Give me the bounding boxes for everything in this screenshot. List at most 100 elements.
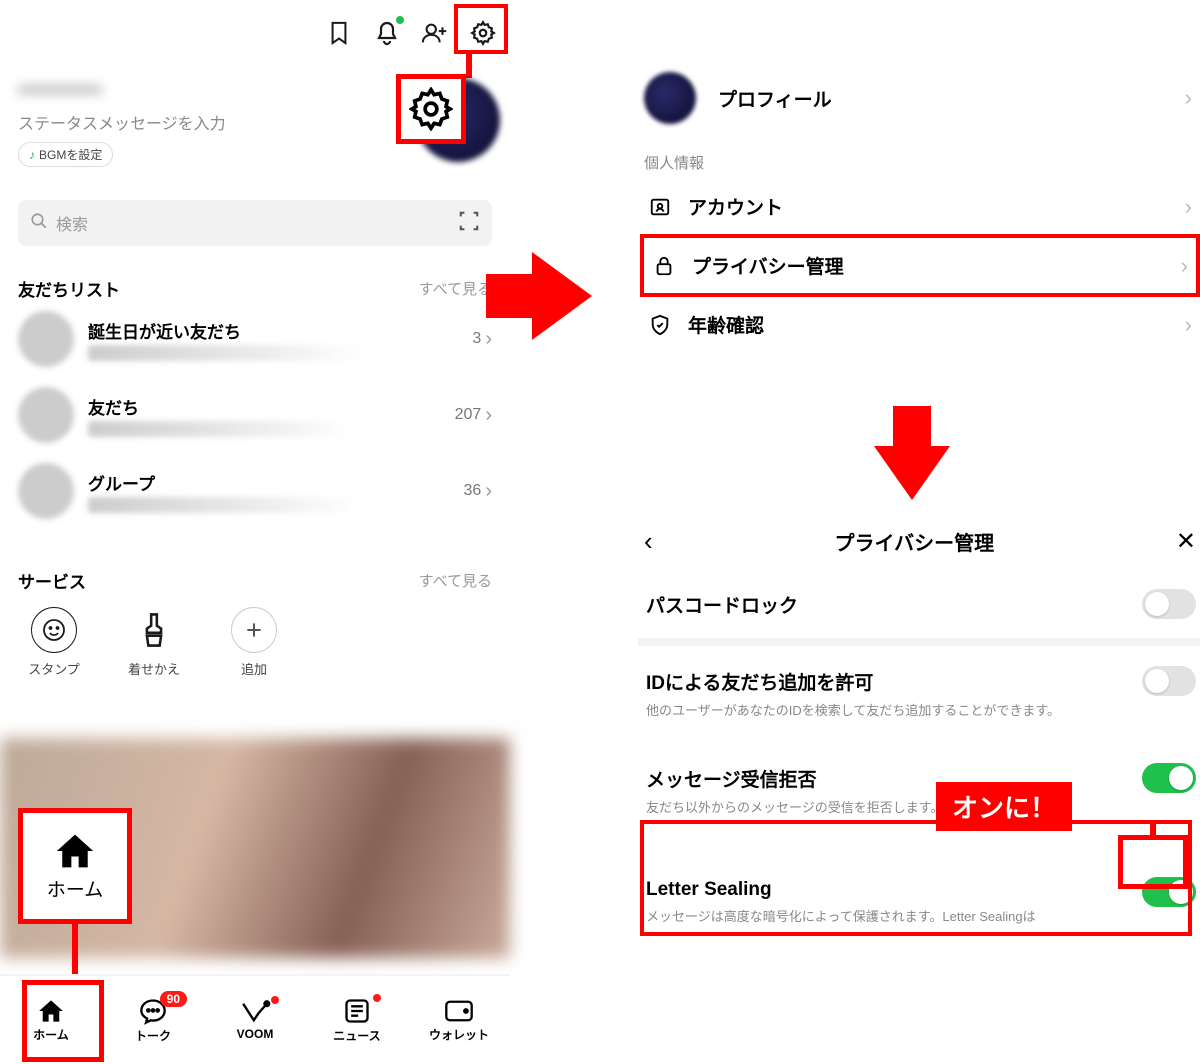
brush-icon	[131, 607, 177, 653]
item-subtitle-blurred	[88, 421, 381, 437]
tab-wallet[interactable]: ウォレット	[417, 998, 501, 1043]
toggle-switch[interactable]	[1142, 877, 1196, 907]
annotation-gear-zoom	[396, 74, 466, 144]
row-description: メッセージは高度な暗号化によって保護されます。Letter Sealingは	[646, 907, 1066, 927]
avatar	[18, 463, 74, 519]
back-button[interactable]: ‹	[644, 526, 653, 557]
smiley-icon	[31, 607, 77, 653]
qr-scan-icon[interactable]	[458, 210, 480, 237]
list-item[interactable]: 友だち 207 ›	[0, 377, 510, 453]
id-allow-row[interactable]: IDによる友だち追加を許可 他のユーザーがあなたのIDを検索して友だち追加するこ…	[640, 652, 1200, 735]
tab-label: VOOM	[237, 1027, 274, 1041]
tab-label: ホーム	[33, 1026, 69, 1043]
row-title: メッセージ受信拒否	[646, 765, 1194, 792]
services-see-all[interactable]: すべて見る	[419, 570, 492, 591]
section-label-personal: 個人情報	[640, 138, 1200, 179]
settings-profile-row[interactable]: プロフィール ›	[640, 58, 1200, 138]
chevron-right-icon: ›	[1185, 194, 1192, 220]
annotation-connector	[72, 924, 78, 974]
row-title: IDによる友だち追加を許可	[646, 668, 1194, 695]
passcode-lock-row[interactable]: パスコードロック	[640, 575, 1200, 632]
screen-title: プライバシー管理	[834, 527, 994, 556]
bgm-label: BGMを設定	[39, 146, 102, 163]
service-add[interactable]: 追加	[224, 607, 284, 678]
row-title: パスコードロック	[646, 591, 1194, 618]
tab-home[interactable]: ホーム	[9, 998, 93, 1043]
item-subtitle-blurred	[88, 497, 388, 513]
search-input[interactable]: 検索	[18, 200, 492, 246]
item-count: 3	[472, 330, 481, 348]
tab-voom[interactable]: VOOM	[213, 999, 297, 1041]
list-item[interactable]: グループ 36 ›	[0, 453, 510, 529]
item-title: 友だち	[88, 394, 455, 419]
row-label: プロフィール	[718, 85, 1185, 112]
annotation-arrow-right	[532, 252, 592, 340]
settings-privacy-row[interactable]: プライバシー管理 ›	[640, 234, 1200, 297]
toggle-switch[interactable]	[1142, 666, 1196, 696]
service-label: スタンプ	[28, 659, 80, 678]
bookmark-icon[interactable]	[324, 18, 354, 48]
plus-icon	[231, 607, 277, 653]
shield-icon	[644, 314, 676, 336]
service-label: 追加	[241, 659, 267, 678]
close-icon[interactable]: ✕	[1176, 527, 1196, 556]
music-note-icon: ♪	[29, 148, 35, 162]
row-label: アカウント	[688, 193, 1185, 220]
privacy-management-screen: ‹ プライバシー管理 ✕ パスコードロック IDによる友だち追加を許可 他のユー…	[640, 520, 1200, 941]
item-count: 36	[464, 482, 482, 500]
settings-age-row[interactable]: 年齢確認 ›	[640, 297, 1200, 352]
chevron-right-icon: ›	[485, 480, 492, 503]
row-title: Letter Sealing	[646, 879, 1194, 901]
account-icon	[644, 196, 676, 218]
service-label: 着せかえ	[128, 659, 180, 678]
friends-see-all[interactable]: すべて見る	[419, 278, 492, 299]
avatar	[644, 72, 696, 124]
row-description: 他のユーザーがあなたのIDを検索して友だち追加することができます。	[646, 701, 1066, 721]
tab-label: トーク	[135, 1027, 171, 1044]
notification-dot-icon	[271, 996, 279, 1004]
row-label: プライバシー管理	[692, 252, 1181, 279]
annotation-home-zoom: ホーム	[18, 808, 132, 924]
chevron-right-icon: ›	[485, 404, 492, 427]
talk-badge: 90	[160, 991, 187, 1007]
notification-dot-icon	[373, 994, 381, 1002]
toggle-switch[interactable]	[1142, 589, 1196, 619]
bgm-setting-chip[interactable]: ♪ BGMを設定	[18, 142, 113, 167]
settings-account-row[interactable]: アカウント ›	[640, 179, 1200, 234]
chevron-right-icon: ›	[1181, 253, 1188, 279]
item-subtitle-blurred	[88, 345, 396, 361]
tab-news[interactable]: ニュース	[315, 997, 399, 1044]
services-section: サービス すべて見る スタンプ 着せかえ 追加	[0, 568, 510, 678]
add-friend-icon[interactable]	[420, 18, 450, 48]
list-item[interactable]: 誕生日が近い友だち 3 ›	[0, 301, 510, 377]
avatar	[18, 311, 74, 367]
tab-label: ニュース	[333, 1027, 380, 1044]
search-placeholder: 検索	[56, 211, 88, 235]
annotation-connector	[1150, 824, 1156, 838]
toggle-switch[interactable]	[1142, 763, 1196, 793]
bell-icon[interactable]	[372, 18, 402, 48]
letter-sealing-row[interactable]: Letter Sealing メッセージは高度な暗号化によって保護されます。Le…	[640, 863, 1200, 941]
tab-talk[interactable]: 90 トーク	[111, 997, 195, 1044]
annotation-on-label: オンに！	[936, 782, 1072, 831]
chevron-right-icon: ›	[485, 328, 492, 351]
friends-heading: 友だちリスト	[18, 276, 120, 301]
service-stamps[interactable]: スタンプ	[24, 607, 84, 678]
home-screen: ——— ステータスメッセージを入力 ♪ BGMを設定 検索 友だちリスト すべて…	[0, 0, 510, 1064]
message-reject-row[interactable]: メッセージ受信拒否 友だち以外からのメッセージの受信を拒否します。	[640, 749, 1200, 832]
bottom-tab-bar: ホーム 90 トーク VOOM ニュース ウォレット	[0, 974, 510, 1064]
service-themes[interactable]: 着せかえ	[124, 607, 184, 678]
chevron-right-icon: ›	[1185, 85, 1192, 111]
search-icon	[30, 212, 48, 235]
item-title: 誕生日が近い友だち	[88, 318, 472, 343]
divider	[638, 638, 1200, 646]
settings-screen: プロフィール › 個人情報 アカウント › プライバシー管理 › 年齢確認 ›	[640, 0, 1200, 1064]
avatar	[18, 387, 74, 443]
item-title: グループ	[88, 470, 464, 495]
row-label: 年齢確認	[688, 311, 1185, 338]
home-callout-label: ホーム	[47, 875, 103, 902]
tab-label: ウォレット	[429, 1026, 489, 1043]
chevron-right-icon: ›	[1185, 312, 1192, 338]
item-count: 207	[455, 406, 482, 424]
friends-section: 友だちリスト すべて見る 誕生日が近い友だち 3 › 友だち 207 › グルー…	[0, 276, 510, 529]
